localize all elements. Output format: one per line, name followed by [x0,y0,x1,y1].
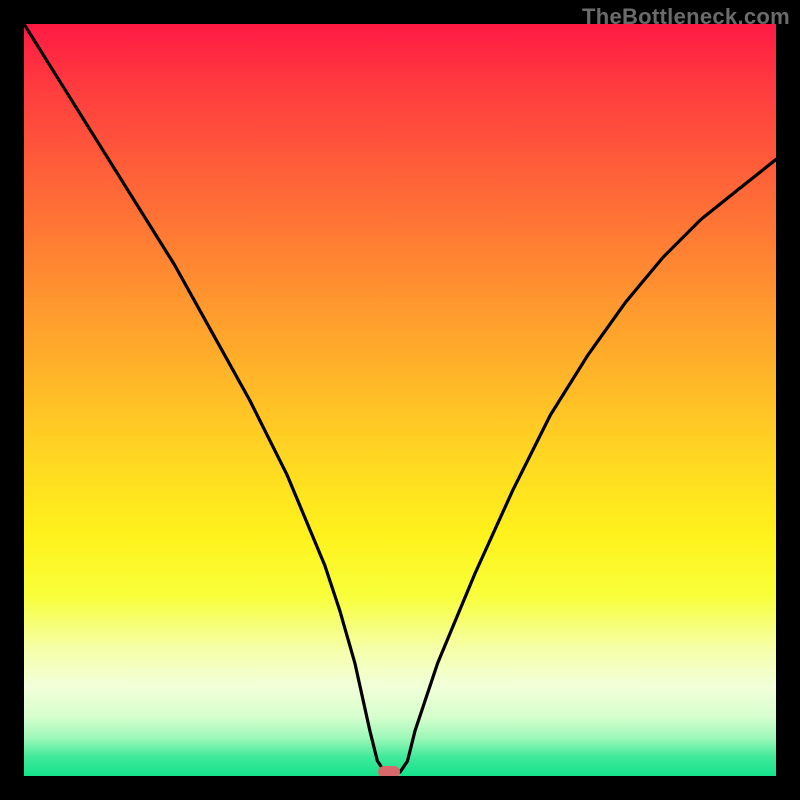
chart-frame: TheBottleneck.com [0,0,800,800]
bottleneck-curve [24,24,776,776]
watermark-text: TheBottleneck.com [582,4,790,30]
plot-area [24,24,776,776]
optimum-marker [378,766,400,776]
